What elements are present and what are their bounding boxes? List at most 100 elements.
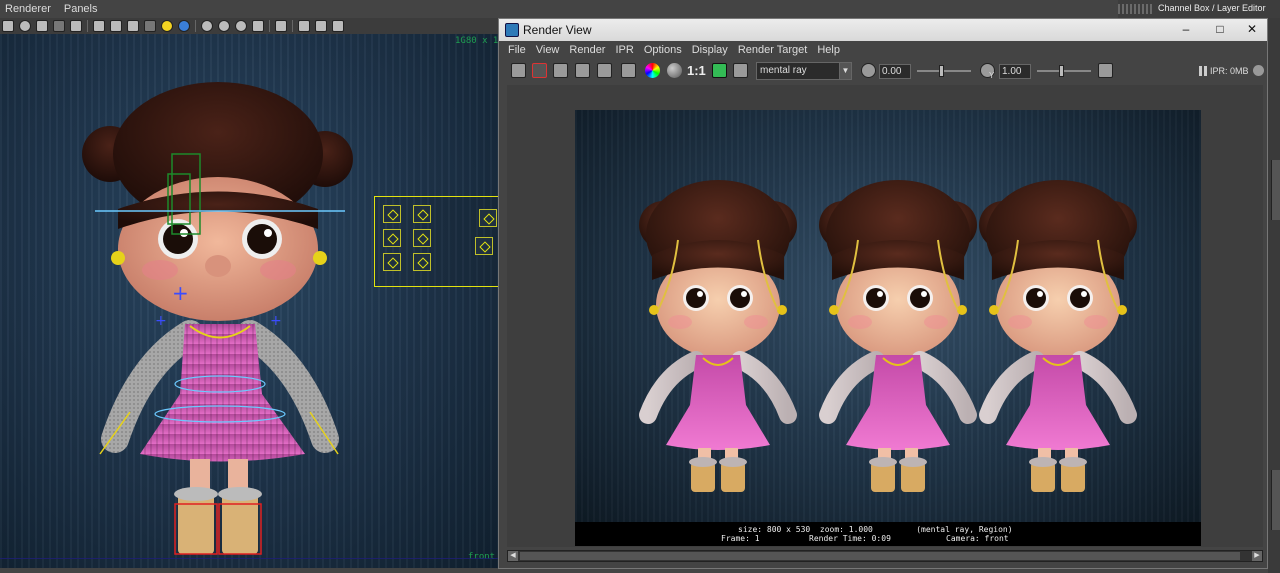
- record-icon[interactable]: [1253, 65, 1264, 76]
- control-handle[interactable]: [413, 253, 431, 271]
- share-icon[interactable]: [332, 20, 344, 32]
- viewport-toolbar: [0, 18, 500, 34]
- rendered-characters: [575, 110, 1201, 523]
- render-view-window: Render View – □ ✕ File View Render IPR O…: [498, 18, 1268, 569]
- menu-help[interactable]: Help: [817, 44, 840, 56]
- svg-text:+: +: [172, 281, 189, 305]
- renderer-value: mental ray: [760, 65, 807, 76]
- control-handle[interactable]: [475, 237, 493, 255]
- menu-renderer[interactable]: Renderer: [5, 3, 51, 15]
- control-handle[interactable]: [413, 205, 431, 223]
- control-handle[interactable]: [383, 229, 401, 247]
- menu-file[interactable]: File: [508, 44, 526, 56]
- side-tab[interactable]: [1271, 160, 1280, 220]
- sphere-icon[interactable]: [178, 20, 190, 32]
- motion-blur-icon[interactable]: [235, 20, 247, 32]
- pause-icon[interactable]: [1199, 66, 1207, 76]
- frame-info: Frame: 1: [721, 534, 760, 543]
- refresh-icon[interactable]: [597, 63, 612, 78]
- real-size-button[interactable]: 1:1: [687, 63, 706, 78]
- render-front-view: [639, 180, 797, 492]
- render-settings-icon[interactable]: [621, 63, 636, 78]
- menu-view[interactable]: View: [536, 44, 560, 56]
- xray-icon[interactable]: [53, 20, 65, 32]
- textured-cube-icon[interactable]: [127, 20, 139, 32]
- horizontal-scrollbar[interactable]: ◀ ▶: [507, 550, 1263, 562]
- menu-display[interactable]: Display: [692, 44, 728, 56]
- light-icon[interactable]: [161, 20, 173, 32]
- checker-icon[interactable]: [144, 20, 156, 32]
- render-view-titlebar[interactable]: Render View – □ ✕: [499, 19, 1267, 41]
- menu-render[interactable]: Render: [569, 44, 605, 56]
- shaded-icon[interactable]: [2, 20, 14, 32]
- smooth-cube-icon[interactable]: [110, 20, 122, 32]
- renderer-select[interactable]: mental ray ▼: [756, 62, 852, 80]
- render-view-toolbar: 1:1 mental ray ▼ 0.00 Y 1.00 IPR: 0MB: [499, 59, 1267, 83]
- ipr-render-icon[interactable]: [575, 63, 590, 78]
- render-time-info: Render Time: 0:09: [809, 534, 891, 543]
- keep-image-icon[interactable]: [712, 63, 727, 78]
- window-title: Render View: [523, 23, 592, 37]
- isolate-select-icon[interactable]: [275, 20, 287, 32]
- exposure-slider[interactable]: [917, 70, 971, 72]
- scroll-left-icon[interactable]: ◀: [508, 551, 518, 561]
- menu-ipr[interactable]: IPR: [615, 44, 633, 56]
- chevron-down-icon[interactable]: ▼: [839, 63, 851, 79]
- perspective-viewport[interactable]: 1G80 x 1 front + + +: [0, 34, 500, 568]
- wireframe-icon[interactable]: [19, 20, 31, 32]
- side-tab[interactable]: [1271, 470, 1280, 530]
- exposure-icon: [861, 63, 876, 78]
- channel-box-title[interactable]: Channel Box / Layer Editor: [1158, 3, 1266, 13]
- toolbar-divider: [195, 20, 196, 32]
- gamma-field[interactable]: 1.00: [999, 64, 1031, 79]
- camera-info: Camera: front: [946, 534, 1009, 543]
- toolbar-divider: [269, 20, 270, 32]
- gate-icon[interactable]: [315, 20, 327, 32]
- gamma-symbol: Y: [989, 71, 995, 80]
- render-view-menubar: File View Render IPR Options Display Ren…: [499, 41, 1267, 59]
- svg-text:+: +: [270, 313, 282, 329]
- render-region-icon[interactable]: [532, 63, 547, 78]
- close-button[interactable]: ✕: [1239, 20, 1265, 38]
- ipr-memory-label: IPR: 0MB: [1210, 66, 1249, 76]
- gamma-slider[interactable]: [1037, 70, 1091, 72]
- render-canvas[interactable]: size: 800 x 530 zoom: 1.000 (mental ray,…: [507, 85, 1263, 547]
- scroll-right-icon[interactable]: ▶: [1252, 551, 1262, 561]
- cube-icon[interactable]: [93, 20, 105, 32]
- minimize-button[interactable]: –: [1173, 20, 1199, 38]
- control-handle[interactable]: [383, 253, 401, 271]
- menu-panels[interactable]: Panels: [64, 3, 98, 15]
- text-icon[interactable]: [70, 20, 82, 32]
- hud-icon[interactable]: [298, 20, 310, 32]
- control-handle[interactable]: [479, 209, 497, 227]
- rgb-channels-icon[interactable]: [645, 63, 660, 78]
- remove-image-icon[interactable]: [733, 63, 748, 78]
- exposure-field[interactable]: 0.00: [879, 64, 911, 79]
- menu-render-target[interactable]: Render Target: [738, 44, 808, 56]
- render-side-view: [979, 180, 1137, 492]
- antialias-icon[interactable]: [252, 20, 264, 32]
- scrollbar-thumb[interactable]: [520, 552, 1240, 560]
- alpha-channel-icon[interactable]: [667, 63, 682, 78]
- control-handle[interactable]: [413, 229, 431, 247]
- maya-menubar: Renderer Panels: [0, 0, 1280, 18]
- render-view-icon: [505, 23, 519, 37]
- character-model[interactable]: + + +: [0, 34, 500, 568]
- shadow-icon[interactable]: [201, 20, 213, 32]
- ambient-occlusion-icon[interactable]: [218, 20, 230, 32]
- render-three-quarter-view: [819, 180, 977, 492]
- panel-grip[interactable]: [1118, 4, 1152, 14]
- facial-control-panel[interactable]: [374, 196, 500, 287]
- toolbar-divider: [292, 20, 293, 32]
- render-info-bar: size: 800 x 530 zoom: 1.000 (mental ray,…: [575, 522, 1201, 546]
- exposure-slider-thumb[interactable]: [939, 65, 944, 77]
- grid-icon[interactable]: [36, 20, 48, 32]
- gamma-slider-thumb[interactable]: [1059, 65, 1064, 77]
- maximize-button[interactable]: □: [1207, 20, 1233, 38]
- snapshot-icon[interactable]: [553, 63, 568, 78]
- menu-options[interactable]: Options: [644, 44, 682, 56]
- photoshop-icon[interactable]: [1098, 63, 1113, 78]
- redo-render-icon[interactable]: [511, 63, 526, 78]
- toolbar-divider: [87, 20, 88, 32]
- control-handle[interactable]: [383, 205, 401, 223]
